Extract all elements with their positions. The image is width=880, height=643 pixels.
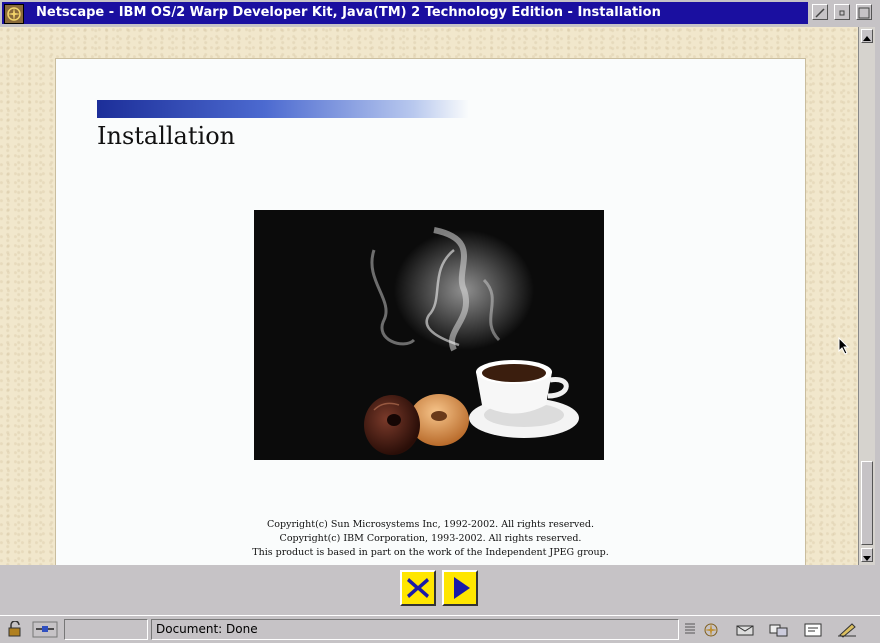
arrow-down-icon <box>863 556 871 561</box>
minimize-button[interactable] <box>834 4 850 20</box>
scroll-up-button[interactable] <box>861 29 873 43</box>
next-button[interactable] <box>442 570 478 606</box>
coffee-image-art <box>364 227 579 455</box>
status-message: Document: Done <box>151 619 679 640</box>
copyright-line: Copyright(c) IBM Corporation, 1993-2002.… <box>279 533 582 544</box>
netscape-app-icon[interactable] <box>4 4 24 24</box>
page-title: Installation <box>97 122 236 150</box>
title-bar[interactable]: Netscape - IBM OS/2 Warp Developer Kit, … <box>0 0 880 27</box>
hide-window-button[interactable] <box>812 4 828 20</box>
browser-content: Installation Copyright(c) Sun Microsyste… <box>0 27 858 565</box>
scroll-thumb[interactable] <box>861 461 873 545</box>
maximize-button[interactable] <box>856 4 872 20</box>
scroll-down-button[interactable] <box>861 548 873 562</box>
edit-pen-icon[interactable] <box>836 621 858 638</box>
hide-icon <box>815 8 825 18</box>
connection-plug-icon[interactable] <box>32 621 58 638</box>
x-cancel-icon <box>407 578 429 598</box>
wizard-nav-strip <box>0 565 880 615</box>
play-forward-icon <box>454 577 470 599</box>
status-bar: Document: Done <box>0 615 880 643</box>
minimize-icon <box>839 10 845 16</box>
window-title: Netscape - IBM OS/2 Warp Developer Kit, … <box>36 5 661 20</box>
coffee-donuts-image <box>254 210 604 460</box>
cancel-button[interactable] <box>400 570 436 606</box>
maximize-icon <box>858 7 870 19</box>
composer-icon[interactable] <box>802 621 824 638</box>
copyright-line: This product is based in part on the wor… <box>252 547 609 558</box>
security-lock-icon[interactable] <box>4 621 26 638</box>
vertical-scrollbar[interactable] <box>858 27 875 565</box>
resize-grip-icon <box>685 623 695 634</box>
arrow-up-icon <box>863 36 871 41</box>
progress-field <box>64 619 148 640</box>
copyright-text: Copyright(c) Sun Microsystems Inc, 1992-… <box>56 518 805 560</box>
discussions-icon[interactable] <box>768 621 790 638</box>
copyright-line: Copyright(c) Sun Microsystems Inc, 1992-… <box>267 519 594 530</box>
title-bar-active: Netscape - IBM OS/2 Warp Developer Kit, … <box>2 2 808 24</box>
mail-icon[interactable] <box>734 621 756 638</box>
heading-gradient-bar <box>97 100 469 118</box>
mouse-pointer-icon <box>838 337 850 355</box>
navigator-icon[interactable] <box>700 621 722 638</box>
installation-page: Installation Copyright(c) Sun Microsyste… <box>55 58 806 565</box>
